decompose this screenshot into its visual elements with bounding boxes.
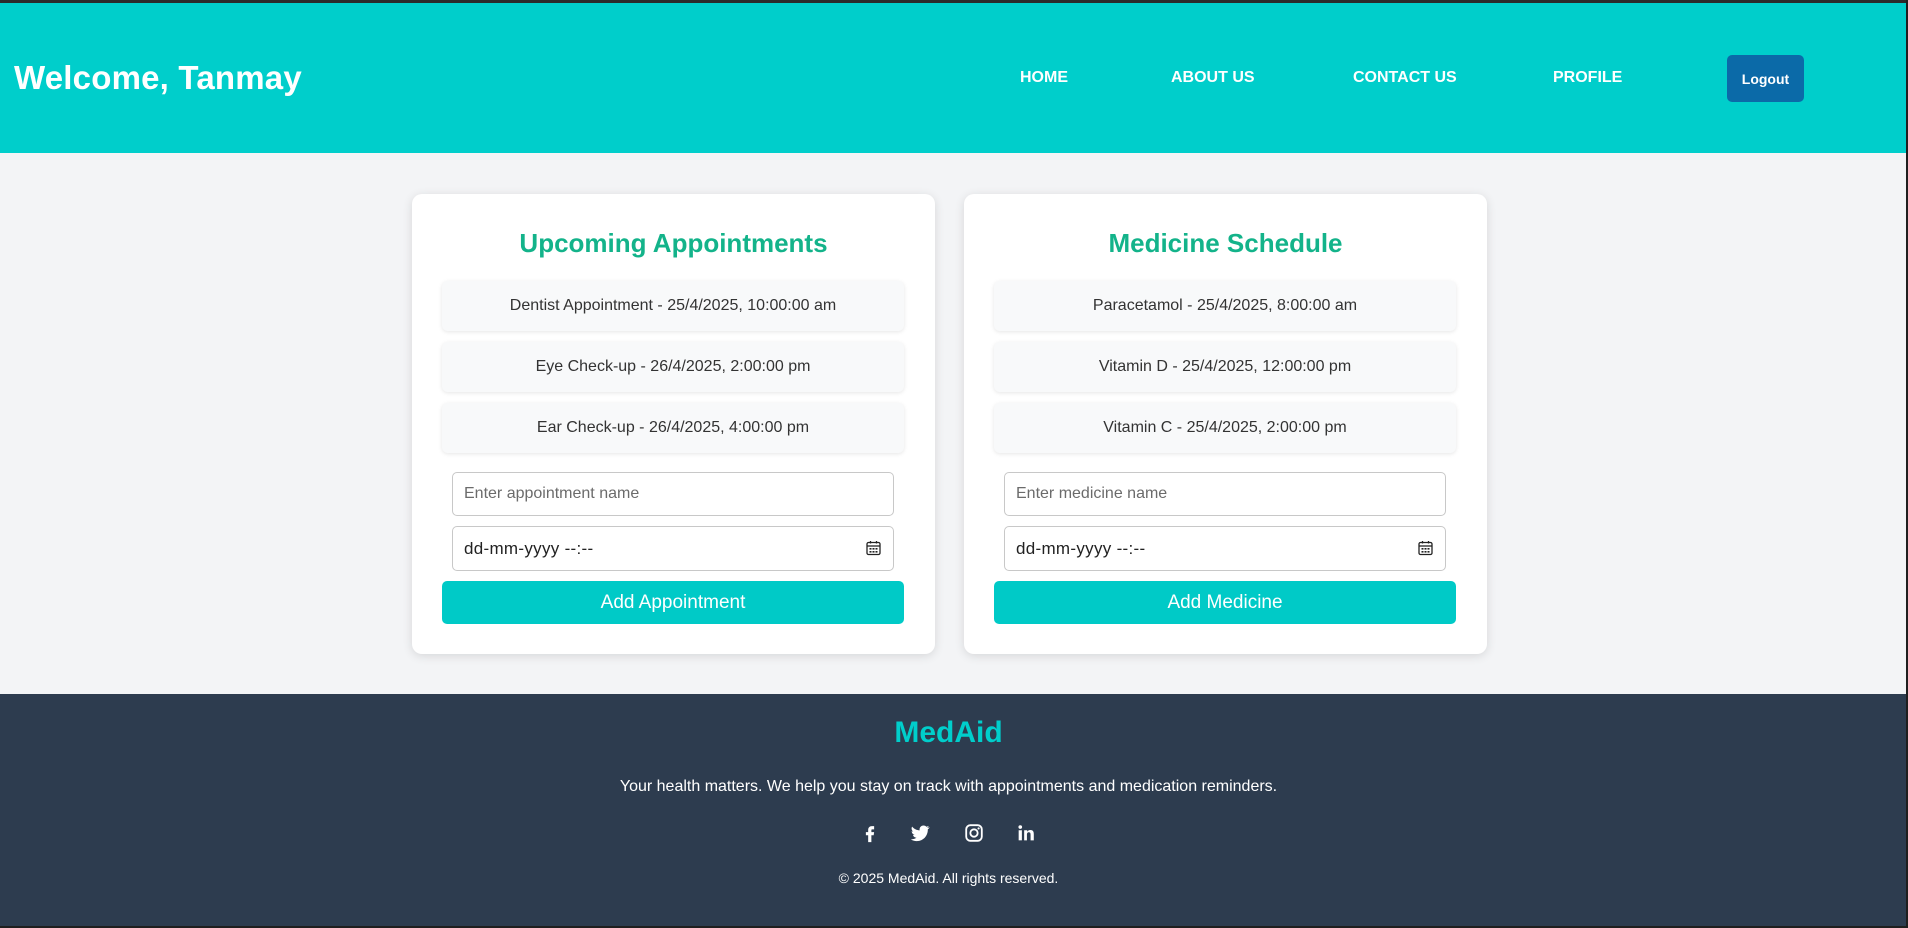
appointments-card: Upcoming Appointments Dentist Appointmen… [412,194,935,654]
appointment-item: Ear Check-up - 26/4/2025, 4:00:00 pm [442,403,904,453]
twitter-icon[interactable] [909,822,931,844]
footer-copyright: © 2025 MedAid. All rights reserved. [838,870,1059,886]
linkedin-icon[interactable] [1015,822,1037,844]
welcome-title: Welcome, Tanmay [14,59,302,96]
appointment-datetime-input[interactable]: dd-mm-yyyy --:-- [452,526,894,571]
nav-home-link[interactable]: HOME [1020,69,1068,87]
social-links [853,822,1053,852]
appointment-item: Dentist Appointment - 25/4/2025, 10:00:0… [442,281,904,331]
calendar-icon[interactable] [866,540,881,556]
add-appointment-button[interactable]: Add Appointment [442,581,904,624]
footer-tagline: Your health matters. We help you stay on… [619,778,1278,795]
add-medicine-button[interactable]: Add Medicine [994,581,1456,624]
nav-profile-link[interactable]: PROFILE [1553,69,1622,87]
medicine-datetime-placeholder: dd-mm-yyyy --:-- [1016,538,1146,558]
medicine-item: Vitamin C - 25/4/2025, 2:00:00 pm [994,403,1456,453]
medicine-item: Paracetamol - 25/4/2025, 8:00:00 am [994,281,1456,331]
nav-contact-link[interactable]: CONTACT US [1353,69,1457,87]
medicine-title: Medicine Schedule [1108,228,1343,258]
appointment-item: Eye Check-up - 26/4/2025, 2:00:00 pm [442,342,904,392]
app-viewport: Welcome, Tanmay HOME ABOUT US CONTACT US… [0,0,1906,926]
medicine-datetime-input[interactable]: dd-mm-yyyy --:-- [1004,526,1446,571]
medicine-card: Medicine Schedule Paracetamol - 25/4/202… [964,194,1487,654]
appointments-title: Upcoming Appointments [519,228,828,258]
site-footer: MedAid Your health matters. We help you … [0,694,1906,926]
appointment-datetime-placeholder: dd-mm-yyyy --:-- [464,538,594,558]
calendar-icon[interactable] [1418,540,1433,556]
appointment-name-input[interactable] [452,472,894,516]
facebook-icon[interactable] [859,822,881,844]
logout-button[interactable]: Logout [1727,55,1804,102]
footer-brand: MedAid [894,716,1003,749]
top-header: Welcome, Tanmay HOME ABOUT US CONTACT US… [0,3,1906,153]
medicine-name-input[interactable] [1004,472,1446,516]
instagram-icon[interactable] [963,822,985,844]
medicine-item: Vitamin D - 25/4/2025, 12:00:00 pm [994,342,1456,392]
nav-about-link[interactable]: ABOUT US [1171,69,1255,87]
